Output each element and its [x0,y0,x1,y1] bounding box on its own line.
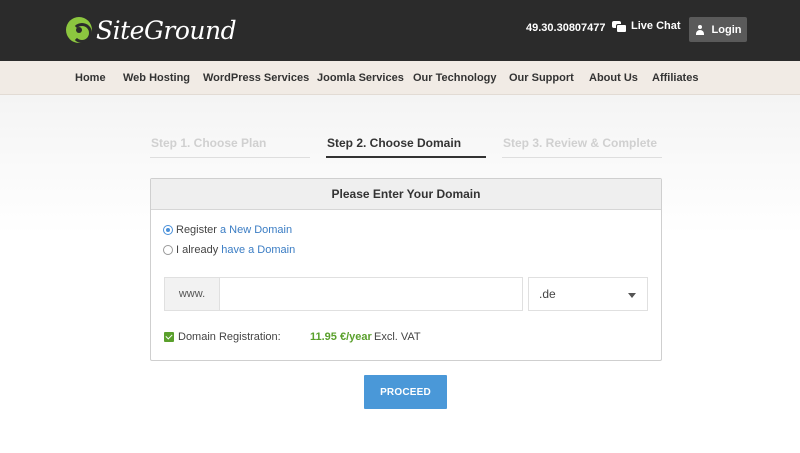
domain-registration-row: Domain Registration: 11.95 €/year Excl. … [164,331,644,343]
main-nav: Home Web Hosting WordPress Services Joom… [0,61,800,95]
user-icon [695,24,705,35]
chevron-down-icon [628,293,636,298]
vat-note: Excl. VAT [374,331,421,343]
nav-item-about-us[interactable]: About Us [589,72,638,84]
nav-item-our-technology[interactable]: Our Technology [413,72,497,84]
nav-item-wordpress-services[interactable]: WordPress Services [203,72,309,84]
step-choose-plan: Step 1. Choose Plan [150,136,310,158]
step-review-complete: Step 3. Review & Complete [502,136,662,158]
siteground-logo-icon [66,17,92,43]
phone-number[interactable]: 49.30.30807477 [526,22,606,34]
proceed-button[interactable]: PROCEED [364,375,447,409]
login-button[interactable]: Login [689,17,747,42]
tld-selected-value: .de [539,287,556,301]
nav-item-joomla-services[interactable]: Joomla Services [317,72,404,84]
existing-domain-radio[interactable] [163,245,173,255]
live-chat-link[interactable]: Live Chat [612,20,681,33]
registration-label: Domain Registration: [178,331,281,343]
register-radio[interactable] [163,225,173,235]
nav-item-our-support[interactable]: Our Support [509,72,574,84]
nav-item-web-hosting[interactable]: Web Hosting [123,72,190,84]
domain-input[interactable] [219,277,523,311]
existing-prefix: I already [176,244,219,256]
chat-bubble-icon [612,20,627,33]
new-domain-link[interactable]: a New Domain [220,224,292,236]
live-chat-label: Live Chat [631,20,681,32]
domain-registration-checkbox[interactable] [164,332,174,342]
logo-text: SiteGround [96,15,237,45]
step-choose-domain: Step 2. Choose Domain [326,136,486,158]
panel-title: Please Enter Your Domain [151,179,661,210]
register-prefix: Register [176,224,217,236]
domain-panel: Please Enter Your Domain Register a New … [150,178,662,361]
siteground-logo[interactable]: SiteGround [66,13,237,47]
top-header: SiteGround 49.30.30807477 Live Chat Logi… [0,0,800,61]
tld-select[interactable]: .de [528,277,648,311]
registration-price: 11.95 €/year [310,331,372,343]
nav-item-home[interactable]: Home [75,72,106,84]
login-label: Login [711,23,742,36]
have-domain-link[interactable]: have a Domain [221,244,295,256]
www-prefix: www. [164,277,219,311]
nav-item-affiliates[interactable]: Affiliates [652,72,698,84]
register-new-domain-option[interactable]: Register a New Domain [163,224,292,236]
existing-domain-option[interactable]: I already have a Domain [163,244,295,256]
